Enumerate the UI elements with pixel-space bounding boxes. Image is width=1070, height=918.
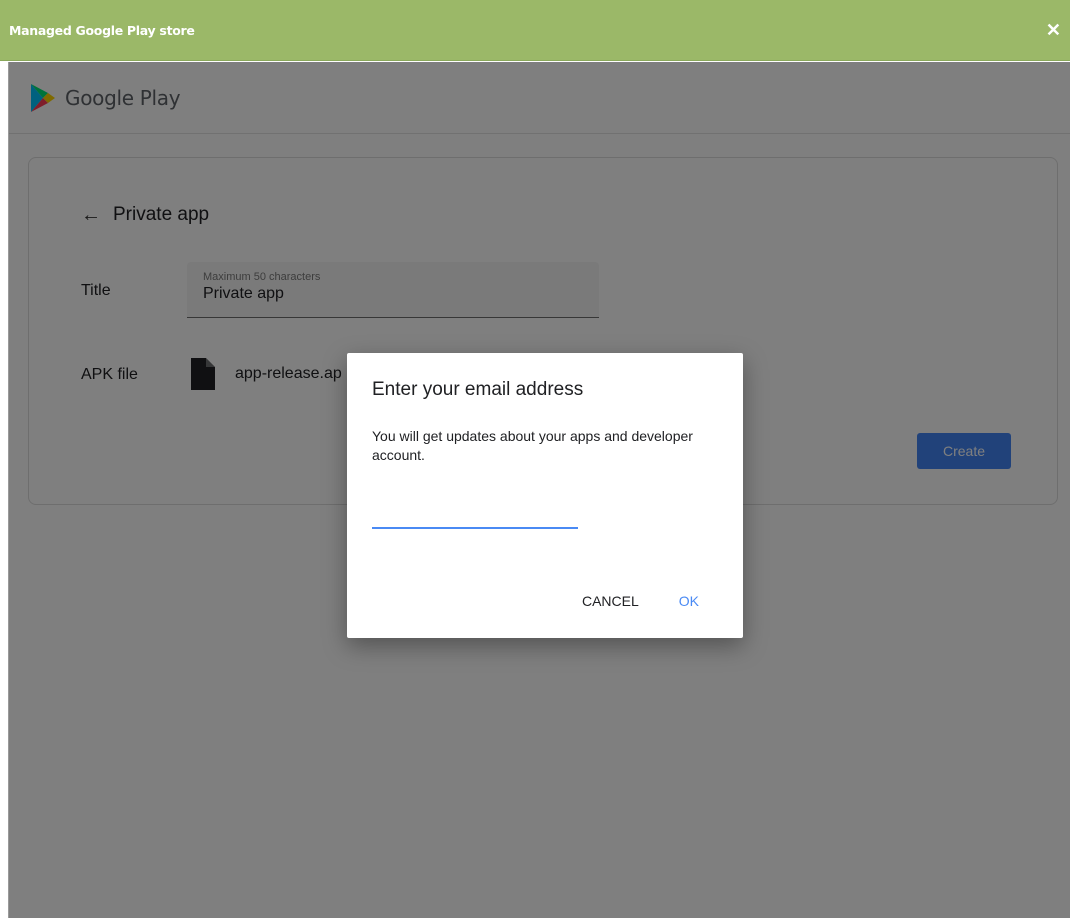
close-icon[interactable]: ✕	[1046, 21, 1061, 39]
ok-button[interactable]: OK	[679, 593, 699, 609]
window-title: Managed Google Play store	[9, 22, 195, 38]
store-viewport: Google Play ← Private app Title Maximum …	[8, 62, 1070, 918]
dialog-actions: CANCEL OK	[582, 593, 699, 609]
email-input[interactable]	[372, 501, 578, 529]
email-dialog: Enter your email address You will get up…	[347, 353, 743, 638]
cancel-button[interactable]: CANCEL	[582, 593, 639, 609]
dialog-message: You will get updates about your apps and…	[372, 428, 693, 463]
dialog-title: Enter your email address	[372, 379, 584, 400]
window-title-bar: Managed Google Play store ✕	[0, 0, 1070, 61]
